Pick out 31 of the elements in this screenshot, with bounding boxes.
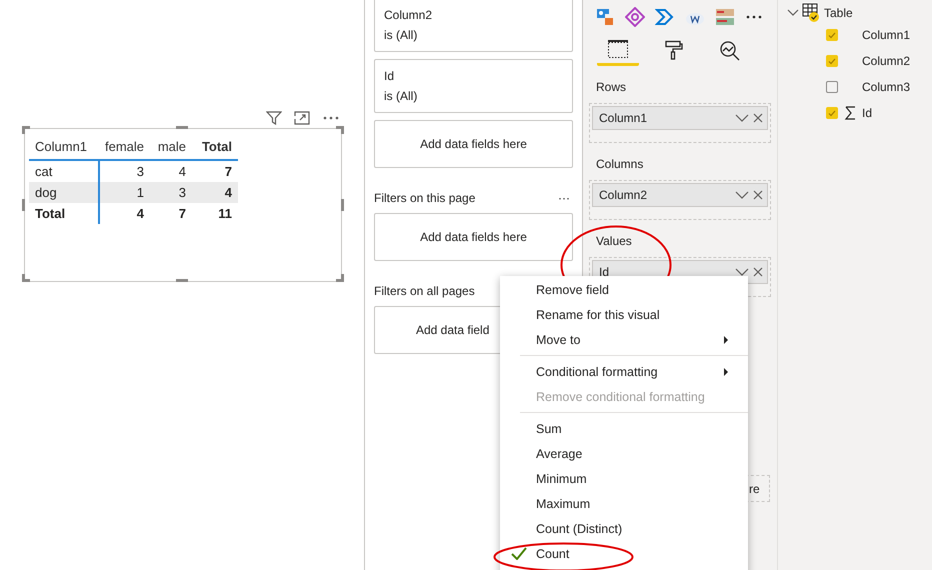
section-title: Filters on this page <box>374 191 476 205</box>
table-cell: dog <box>29 182 99 203</box>
filter-condition: is (All) <box>384 27 418 44</box>
total-cell: 4 <box>99 203 150 224</box>
table-cell: 4 <box>192 182 238 203</box>
column-header: female <box>99 133 150 160</box>
well-label: Columns <box>596 157 644 171</box>
filter-field-name: Column2 <box>384 7 434 24</box>
total-cell: Total <box>29 203 99 224</box>
column-header: Total <box>192 133 238 160</box>
total-cell: 11 <box>192 203 238 224</box>
filter-condition: is (All) <box>384 88 418 105</box>
drop-zone-hint: Add data fields here <box>420 136 527 153</box>
table-cell: 3 <box>150 182 192 203</box>
field-pill-label: Column2 <box>599 188 648 202</box>
field-pill-label: Column1 <box>599 111 648 125</box>
field-pill-label: Id <box>599 265 610 279</box>
drop-zone-hint: Add data fields here <box>420 229 527 246</box>
well-label: Rows <box>596 80 626 94</box>
table-cell: 4 <box>150 160 192 182</box>
drop-zone-hint: Add data field <box>416 322 490 339</box>
section-title: Filters on all pages <box>374 284 475 298</box>
table-cell: 7 <box>192 160 238 182</box>
well-label: Values <box>596 234 632 248</box>
total-cell: 7 <box>150 203 192 224</box>
drop-zone-hint: re <box>749 482 760 496</box>
table-cell: 3 <box>99 160 150 182</box>
column-header: male <box>150 133 192 160</box>
column-header: Column1 <box>29 133 99 160</box>
table-cell: 1 <box>99 182 150 203</box>
filter-field-name: Id <box>384 68 396 85</box>
